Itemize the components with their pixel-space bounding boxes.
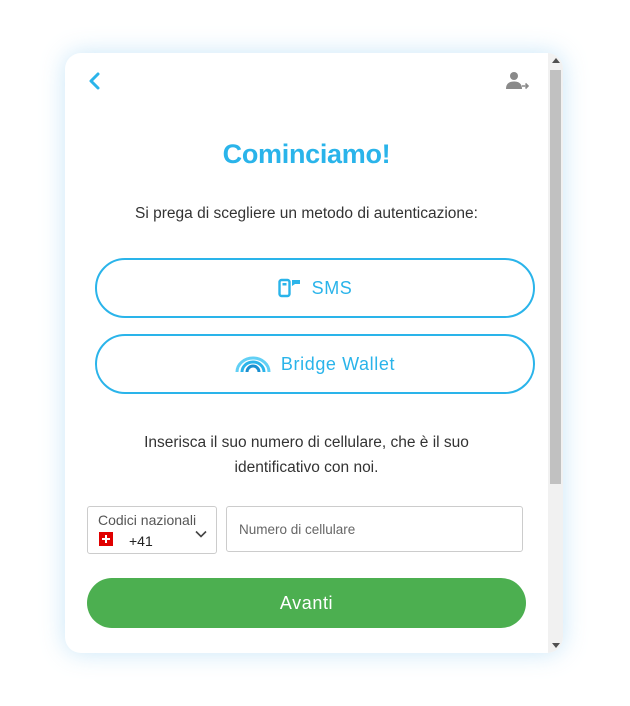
bridge-wallet-auth-button[interactable]: Bridge Wallet bbox=[95, 334, 535, 394]
sms-auth-button[interactable]: SMS bbox=[95, 258, 535, 318]
auth-card: Cominciamo! Si prega di scegliere un met… bbox=[65, 53, 563, 653]
scrollbar[interactable] bbox=[548, 53, 563, 653]
scroll-down-arrow[interactable] bbox=[548, 638, 563, 653]
bridge-wallet-label: Bridge Wallet bbox=[280, 353, 396, 374]
rainbow-arcs-icon bbox=[235, 356, 271, 373]
user-add-icon bbox=[506, 72, 530, 90]
country-code-value: +41 bbox=[129, 533, 153, 549]
switzerland-flag-icon bbox=[99, 532, 113, 546]
next-button[interactable]: Avanti bbox=[87, 578, 526, 628]
country-code-select[interactable]: Codici nazionali +41 bbox=[87, 506, 217, 554]
user-account-button[interactable] bbox=[505, 69, 530, 93]
back-button[interactable] bbox=[84, 70, 106, 92]
chevron-left-icon bbox=[89, 72, 100, 90]
country-code-label: Codici nazionali bbox=[98, 512, 197, 528]
scrollbar-thumb[interactable] bbox=[550, 70, 561, 484]
mobile-phone-icon bbox=[277, 278, 300, 298]
sms-label: SMS bbox=[311, 277, 353, 298]
phone-info-text: Inserisca il suo numero di cellulare, ch… bbox=[144, 434, 469, 476]
scroll-up-arrow[interactable] bbox=[548, 53, 563, 68]
page-title: Cominciamo! bbox=[222, 139, 391, 169]
auth-method-prompt: Si prega di scegliere un metodo di auten… bbox=[135, 205, 478, 222]
phone-number-input[interactable] bbox=[226, 506, 523, 552]
chevron-down-icon bbox=[195, 530, 207, 538]
